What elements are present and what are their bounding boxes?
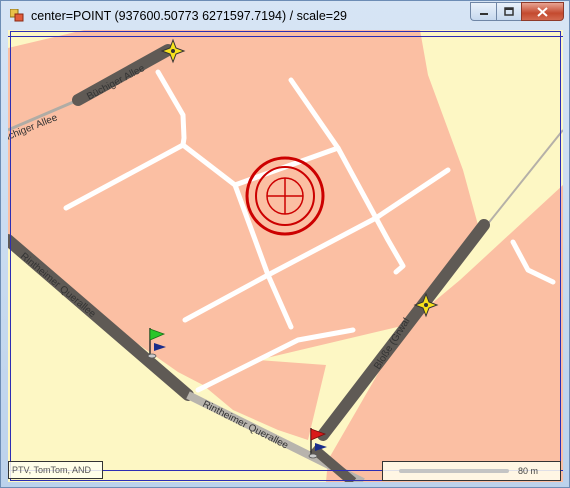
map-canvas[interactable]: Büchiger Allee ichiger Allee Rintheimer … — [8, 30, 563, 482]
copyright-notice: PTV, TomTom, AND — [8, 461, 103, 479]
title-bar[interactable]: center=POINT (937600.50773 6271597.7194)… — [1, 1, 569, 30]
app-icon — [10, 9, 24, 22]
window-title: center=POINT (937600.50773 6271597.7194)… — [31, 9, 347, 23]
minimize-icon — [479, 12, 488, 15]
window-controls — [470, 2, 564, 22]
maximize-icon — [504, 7, 514, 16]
maximize-button[interactable] — [496, 2, 521, 21]
scale-bar-track — [399, 469, 509, 473]
map-view[interactable]: Büchiger Allee ichiger Allee Rintheimer … — [8, 30, 563, 482]
scale-bar: 80 m — [382, 461, 561, 481]
minimize-button[interactable] — [470, 2, 496, 21]
close-icon — [537, 6, 548, 17]
scale-bar-label: 80 m — [517, 466, 538, 476]
app-window: center=POINT (937600.50773 6271597.7194)… — [0, 0, 570, 488]
close-button[interactable] — [521, 2, 564, 21]
